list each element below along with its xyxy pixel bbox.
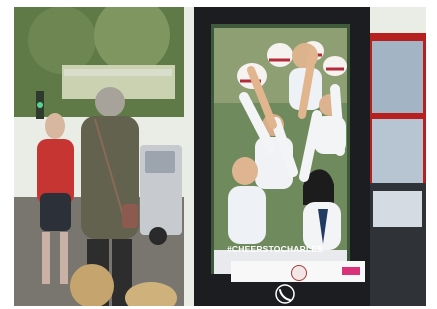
shorts bbox=[40, 193, 71, 231]
leg bbox=[42, 232, 50, 284]
cup bbox=[267, 43, 293, 67]
car-windshield bbox=[373, 191, 422, 227]
bag bbox=[122, 204, 138, 228]
traffic-light-icon bbox=[37, 102, 43, 108]
bus-window bbox=[372, 41, 423, 113]
car-wheel bbox=[149, 227, 167, 245]
logo-strip bbox=[231, 261, 365, 282]
logo-right bbox=[342, 267, 360, 275]
bridge-band bbox=[64, 69, 172, 76]
man-head bbox=[95, 87, 125, 117]
bus-window bbox=[372, 119, 423, 183]
crest-icon bbox=[291, 265, 307, 281]
billboard-hashtag: #CHEERSTOCHARLES bbox=[227, 244, 324, 254]
street-photo-scene: #CHEERSTOCHARLES bbox=[0, 0, 437, 309]
street-photo: #CHEERSTOCHARLES bbox=[14, 7, 426, 306]
leg bbox=[60, 232, 68, 284]
car-window bbox=[145, 151, 175, 173]
cup bbox=[323, 56, 347, 76]
tree-canopy bbox=[28, 7, 96, 74]
woman-head bbox=[45, 113, 65, 139]
